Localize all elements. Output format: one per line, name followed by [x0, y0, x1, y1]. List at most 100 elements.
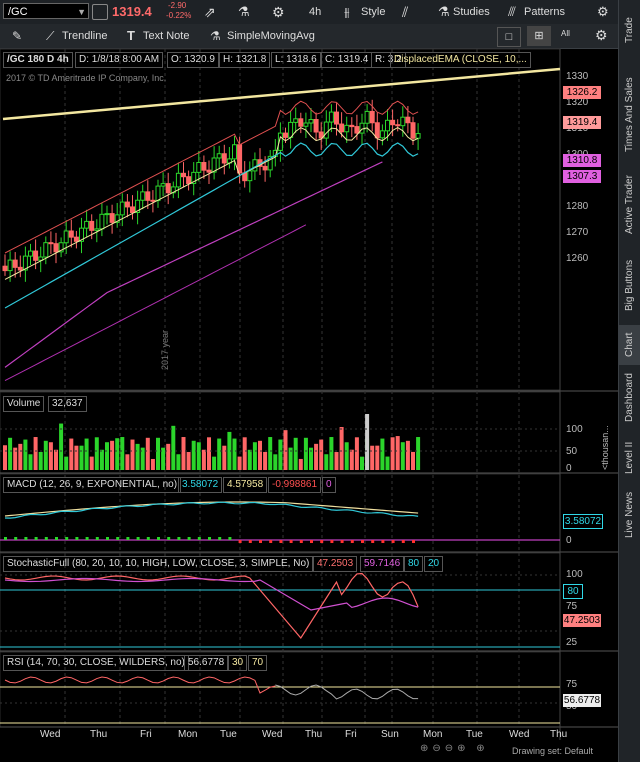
- volume-bar: [263, 451, 268, 470]
- volume-bar: [339, 427, 344, 470]
- candle-body: [206, 169, 212, 173]
- side-tab-trade[interactable]: Trade: [619, 10, 640, 50]
- candle-body: [104, 213, 110, 216]
- volume-bar: [196, 442, 201, 470]
- volume-bar: [181, 437, 186, 470]
- macd-hist-bar: [391, 540, 395, 543]
- candle-body: [313, 119, 319, 133]
- candle-body: [28, 250, 33, 257]
- macd-hist-bar: [401, 540, 405, 543]
- chart-canvas[interactable]: [0, 0, 618, 762]
- price-ytick: 1330: [566, 71, 589, 82]
- candle-body: [359, 122, 365, 134]
- x-axis-label: Mon: [178, 729, 198, 740]
- volume-bar: [293, 437, 298, 470]
- candle-body: [7, 259, 13, 272]
- volume-bar: [120, 437, 125, 470]
- candle-body: [385, 119, 390, 132]
- x-axis-label: Tue: [466, 729, 483, 740]
- candle-body: [155, 185, 161, 202]
- candle-body: [33, 250, 39, 261]
- stoch-d: 59.7146: [360, 556, 405, 572]
- macd-hist-bar: [320, 540, 324, 543]
- volume-bar: [370, 445, 375, 470]
- rsi-ytick-75: 75: [566, 679, 578, 690]
- side-tab-big-buttons[interactable]: Big Buttons: [619, 250, 640, 320]
- volume-bar: [64, 456, 69, 470]
- macd-hist-bar: [187, 537, 191, 540]
- side-tab-level-ii[interactable]: Level II: [619, 435, 640, 480]
- volume-bar: [110, 440, 115, 470]
- volume-bar: [171, 425, 176, 470]
- macd-hist-bar: [238, 540, 242, 543]
- volume-label: Volume: [3, 396, 45, 412]
- candle-body: [181, 172, 186, 178]
- macd-label: MACD (12, 26, 9, EXPONENTIAL, no): [3, 477, 182, 493]
- candle-body: [175, 172, 181, 188]
- side-tab-times-and-sales[interactable]: Times And Sales: [619, 70, 640, 160]
- volume-bar: [360, 456, 364, 470]
- stoch-ytick-75: 75: [566, 601, 578, 612]
- volume-bar: [278, 439, 283, 470]
- x-axis-label: Sun: [381, 729, 399, 740]
- candle-body: [145, 191, 151, 201]
- ema-upper-line: [4, 100, 419, 254]
- volume-bar: [411, 451, 415, 470]
- volume-bar: [59, 423, 64, 470]
- side-tab-active-trader[interactable]: Active Trader: [619, 170, 640, 240]
- volume-bar: [18, 443, 23, 470]
- bar-date: D: 1/8/18 8:00 AM: [75, 52, 164, 68]
- volume-bar: [400, 442, 405, 470]
- candle-body: [334, 111, 339, 125]
- volume-bar: [375, 445, 380, 470]
- ema-slow-line: [4, 224, 307, 382]
- macd-hist-bar: [157, 537, 160, 540]
- x-axis-label: Thu: [305, 729, 323, 740]
- candle-body: [109, 213, 115, 223]
- volume-bar: [28, 454, 33, 470]
- volume-bar: [329, 437, 334, 470]
- volume-bar: [125, 454, 130, 470]
- candle-body: [43, 242, 49, 258]
- copyright-text: 2017 © TD Ameritrade IP Company, Inc.: [6, 73, 167, 83]
- volume-bar: [217, 438, 222, 470]
- zoom-controls[interactable]: ⊕⊖⊖⊕ ⊕: [420, 743, 489, 754]
- panel-frame: [0, 48, 561, 391]
- volume-bar: [89, 456, 94, 470]
- stoch-80-tag: 80: [563, 584, 583, 599]
- candle-body: [374, 122, 380, 139]
- volume-bar: [74, 445, 79, 470]
- volume-bar: [84, 438, 89, 470]
- volume-bar: [380, 438, 385, 470]
- candle-body: [196, 162, 202, 173]
- candle-body: [283, 132, 288, 138]
- volume-bar: [268, 437, 273, 470]
- volume-bar: [273, 454, 278, 470]
- macd-hist-bar: [106, 537, 109, 540]
- candle-body: [405, 116, 411, 124]
- candle-body: [390, 119, 396, 126]
- candle-body: [12, 259, 18, 268]
- side-tab-chart[interactable]: Chart: [619, 325, 640, 365]
- macd-hist-bar: [310, 540, 313, 543]
- side-tab-live-news[interactable]: Live News: [619, 485, 640, 545]
- volume-bar: [156, 437, 160, 470]
- volume-bar: [207, 437, 211, 470]
- candle-body: [165, 183, 171, 194]
- candle-body: [17, 266, 23, 271]
- candle-body: [216, 153, 222, 159]
- volume-bar: [344, 442, 349, 470]
- volume-bar: [38, 451, 43, 470]
- candle-body: [186, 176, 192, 184]
- macd-diff: -0.998861: [268, 477, 322, 493]
- rsi-label: RSI (14, 70, 30, CLOSE, WILDERS, no): [3, 655, 189, 671]
- side-tab-dashboard[interactable]: Dashboard: [619, 368, 640, 428]
- volume-unit: <thousan...: [600, 425, 610, 470]
- candle-body: [395, 124, 401, 127]
- candle-body: [247, 170, 253, 182]
- macd-hist-bar: [197, 537, 201, 540]
- volume-bar: [8, 437, 13, 470]
- candle-body: [339, 123, 345, 133]
- candle-body: [364, 110, 370, 124]
- study-label-displaced-ema[interactable]: DisplacedEMA (CLOSE, 10,...: [390, 52, 531, 68]
